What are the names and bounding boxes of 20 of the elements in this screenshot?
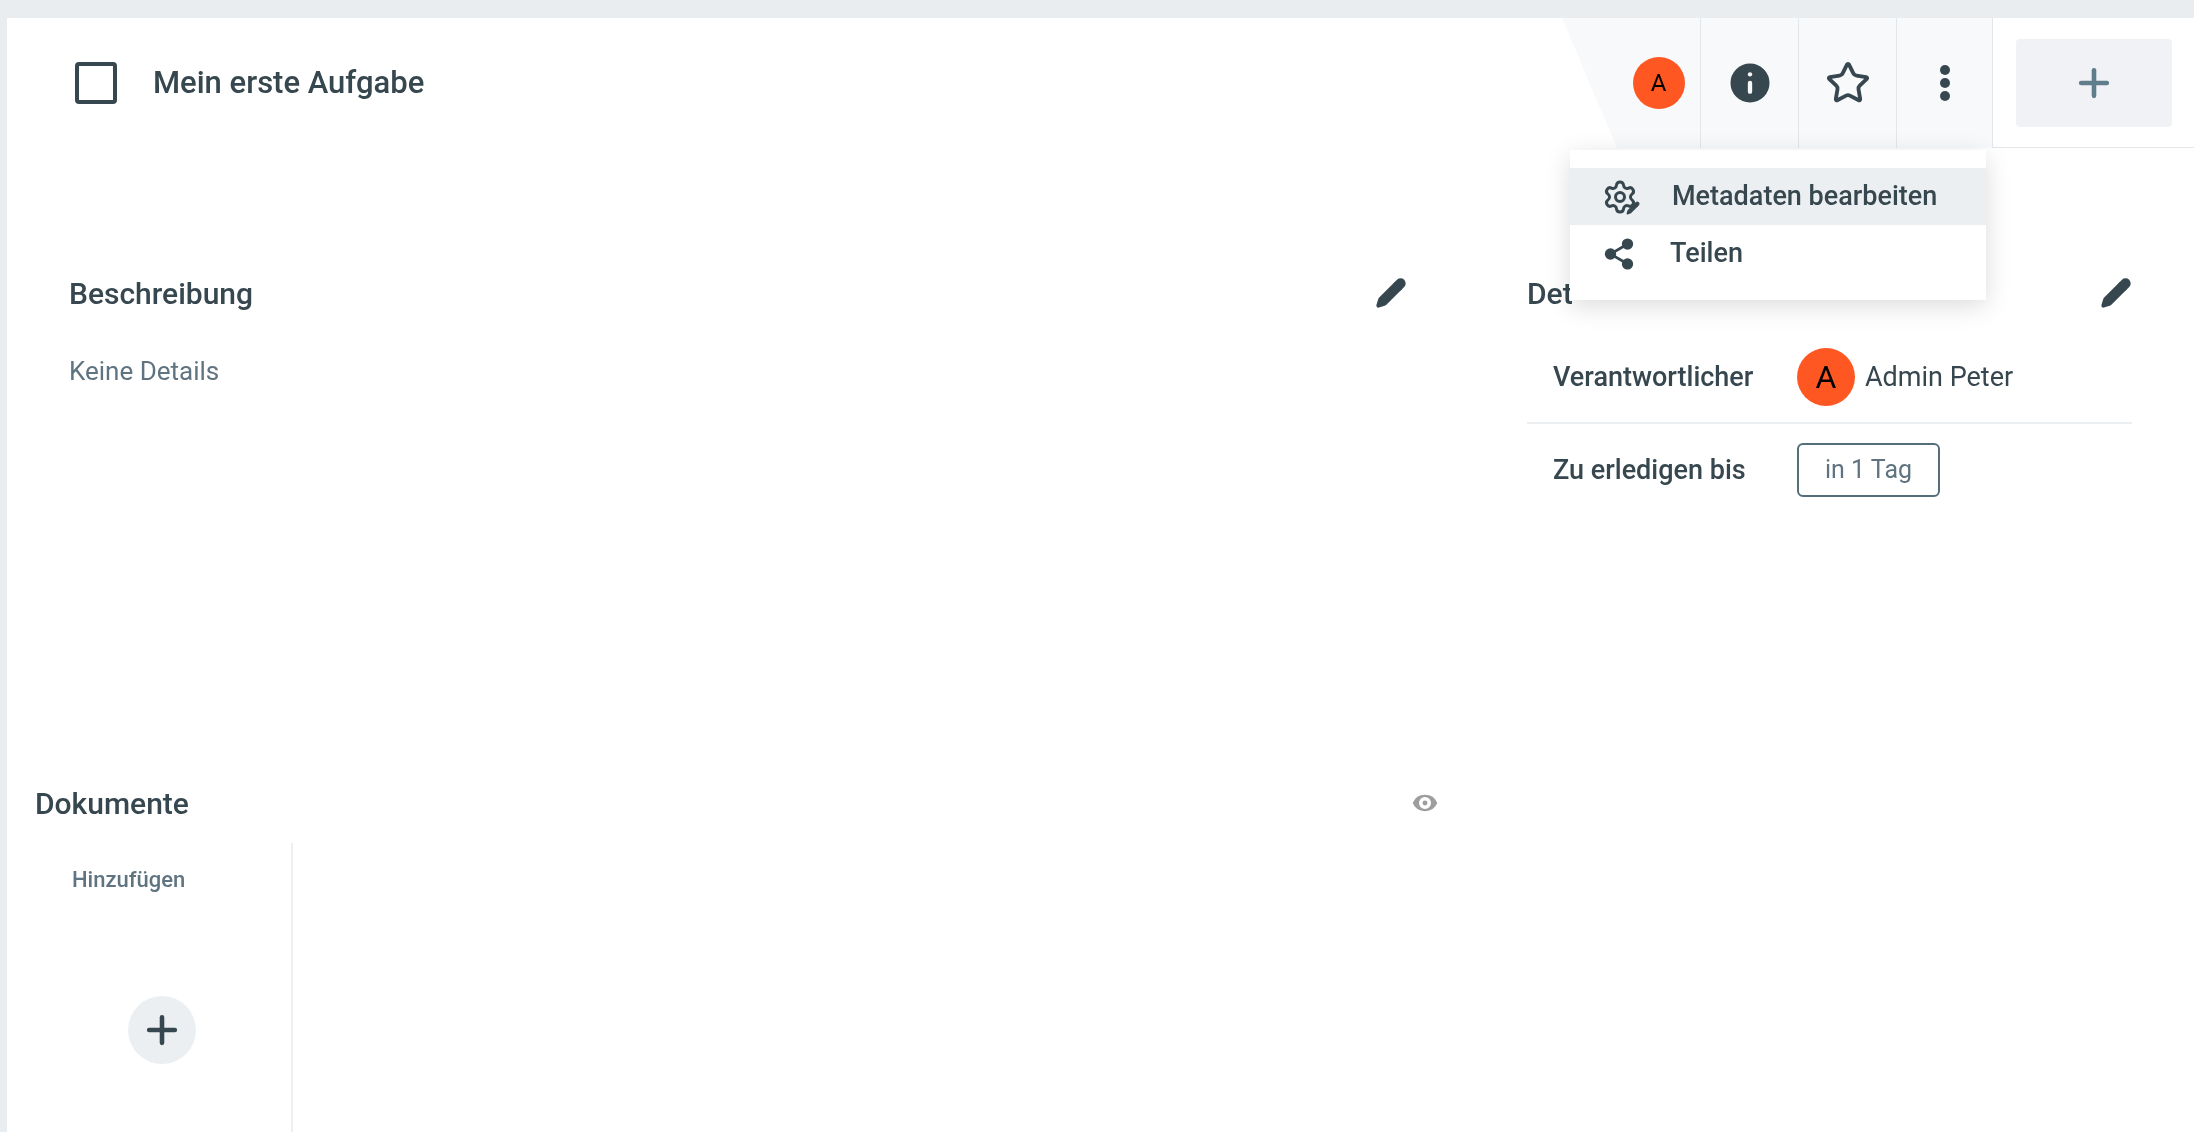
detail-label: Zu erledigen bis <box>1553 452 1747 488</box>
edit-button[interactable] <box>2100 277 2132 309</box>
description-text: Keine Details <box>69 355 221 388</box>
more-icon <box>1939 65 1950 101</box>
section-heading: Beschreibung <box>69 274 254 313</box>
menu-item[interactable]: Teilen <box>1570 225 1986 282</box>
user-avatar: A <box>1797 348 1855 406</box>
task-title: Mein erste Aufgabe <box>153 62 425 103</box>
user-avatar[interactable]: A <box>1632 57 1685 109</box>
detail-label: Verantwortlicher <box>1553 359 1755 395</box>
task-checkbox[interactable] <box>75 62 117 104</box>
section-heading: Det <box>1527 274 1573 313</box>
gear-pencil-icon <box>1602 178 1638 215</box>
section-heading: Dokumente <box>35 784 189 823</box>
edit-button[interactable] <box>1375 277 1407 309</box>
add-document-label: Hinzufügen <box>72 866 186 894</box>
share-icon <box>1602 236 1636 271</box>
due-date-chip: in 1 Tag <box>1797 443 1941 497</box>
menu-item[interactable]: Metadaten bearbeiten <box>1570 168 1986 225</box>
assignee-name: Admin Peter <box>1865 359 2014 395</box>
